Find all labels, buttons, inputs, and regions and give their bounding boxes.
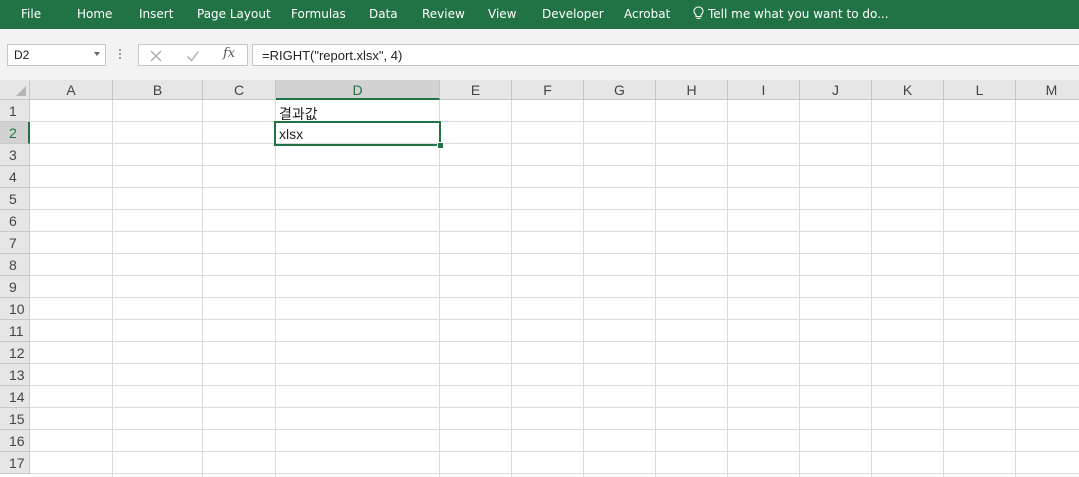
row-gridline — [30, 209, 1079, 210]
row-header-7[interactable]: 7 — [0, 232, 30, 254]
column-gridline — [511, 100, 512, 477]
row-gridline — [30, 275, 1079, 276]
row-gridline — [30, 473, 1079, 474]
tab-insert[interactable]: Insert — [139, 7, 173, 21]
row-header-9[interactable]: 9 — [0, 276, 30, 298]
row-header-12[interactable]: 12 — [0, 342, 30, 364]
tab-view[interactable]: View — [488, 7, 516, 21]
row-gridline — [30, 363, 1079, 364]
row-gridline — [30, 319, 1079, 320]
column-gridline — [112, 100, 113, 477]
column-gridline — [799, 100, 800, 477]
tab-review[interactable]: Review — [422, 7, 465, 21]
tell-me-search[interactable]: Tell me what you want to do... — [693, 6, 889, 21]
row-header-10[interactable]: 10 — [0, 298, 30, 320]
column-header-k[interactable]: K — [872, 80, 944, 100]
cell-d2[interactable]: xlsx — [279, 126, 303, 142]
select-all-button[interactable] — [0, 80, 30, 100]
row-header-3[interactable]: 3 — [0, 144, 30, 166]
tab-developer[interactable]: Developer — [542, 7, 604, 21]
ribbon-tab-bar: File Home Insert Page Layout Formulas Da… — [0, 0, 1079, 29]
row-header-14[interactable]: 14 — [0, 386, 30, 408]
row-header-16[interactable]: 16 — [0, 430, 30, 452]
column-header-m[interactable]: M — [1016, 80, 1079, 100]
column-header-i[interactable]: I — [728, 80, 800, 100]
formula-input[interactable]: =RIGHT("report.xlsx", 4) — [252, 44, 1079, 66]
formula-text: =RIGHT("report.xlsx", 4) — [262, 48, 403, 63]
row-header-2[interactable]: 2 — [0, 122, 30, 144]
fill-handle[interactable] — [437, 142, 444, 149]
row-header-15[interactable]: 15 — [0, 408, 30, 430]
column-gridline — [202, 100, 203, 477]
formula-bar-area: D2 fx =RIGHT("report.xlsx", 4) — [0, 29, 1079, 80]
row-header-4[interactable]: 4 — [0, 166, 30, 188]
row-gridline — [30, 341, 1079, 342]
row-gridline — [30, 121, 1079, 122]
tab-file[interactable]: File — [21, 7, 41, 21]
column-gridline — [583, 100, 584, 477]
row-gridline — [30, 407, 1079, 408]
column-header-d[interactable]: D — [276, 80, 440, 100]
column-gridline — [439, 100, 440, 477]
tab-page-layout[interactable]: Page Layout — [197, 7, 271, 21]
row-header-6[interactable]: 6 — [0, 210, 30, 232]
column-header-l[interactable]: L — [944, 80, 1016, 100]
row-gridline — [30, 385, 1079, 386]
row-gridline — [30, 231, 1079, 232]
column-header-c[interactable]: C — [203, 80, 276, 100]
column-header-h[interactable]: H — [656, 80, 728, 100]
name-box-value: D2 — [14, 48, 30, 62]
row-gridline — [30, 429, 1079, 430]
column-header-b[interactable]: B — [113, 80, 203, 100]
column-header-f[interactable]: F — [512, 80, 584, 100]
name-box[interactable]: D2 — [7, 44, 106, 66]
formula-bar-resize-handle[interactable] — [119, 47, 122, 61]
row-header-5[interactable]: 5 — [0, 188, 30, 210]
tab-data[interactable]: Data — [369, 7, 398, 21]
select-all-triangle-icon — [16, 86, 26, 96]
column-gridline — [943, 100, 944, 477]
column-header-g[interactable]: G — [584, 80, 656, 100]
column-gridline — [871, 100, 872, 477]
row-gridline — [30, 143, 1079, 144]
column-header-a[interactable]: A — [30, 80, 113, 100]
column-gridline — [1015, 100, 1016, 477]
column-gridline — [727, 100, 728, 477]
formula-bar-buttons: fx — [138, 44, 248, 66]
column-header-e[interactable]: E — [440, 80, 512, 100]
row-header-13[interactable]: 13 — [0, 364, 30, 386]
chevron-down-icon[interactable] — [94, 52, 100, 56]
row-header-11[interactable]: 11 — [0, 320, 30, 342]
cancel-icon[interactable] — [149, 49, 163, 63]
enter-icon[interactable] — [186, 49, 200, 63]
tab-acrobat[interactable]: Acrobat — [624, 7, 670, 21]
worksheet-grid[interactable]: ABCDEFGHIJKLM 1 2 3 4 5 6 7 8 9 10 11 12 13 14 15 16 17 … — [0, 80, 1079, 477]
row-gridline — [30, 187, 1079, 188]
tab-home[interactable]: Home — [77, 7, 112, 21]
lightbulb-icon — [693, 6, 704, 19]
row-gridline — [30, 451, 1079, 452]
tell-me-label: Tell me what you want to do... — [708, 7, 889, 21]
column-gridline — [275, 100, 276, 477]
row-header-1[interactable]: 1 — [0, 100, 30, 122]
insert-function-icon[interactable]: fx — [223, 46, 235, 61]
row-header-8[interactable]: 8 — [0, 254, 30, 276]
column-gridline — [655, 100, 656, 477]
column-header-j[interactable]: J — [800, 80, 872, 100]
row-header-17[interactable]: 17 — [0, 452, 30, 474]
row-gridline — [30, 165, 1079, 166]
row-gridline — [30, 253, 1079, 254]
row-gridline — [30, 297, 1079, 298]
tab-formulas[interactable]: Formulas — [291, 7, 346, 21]
